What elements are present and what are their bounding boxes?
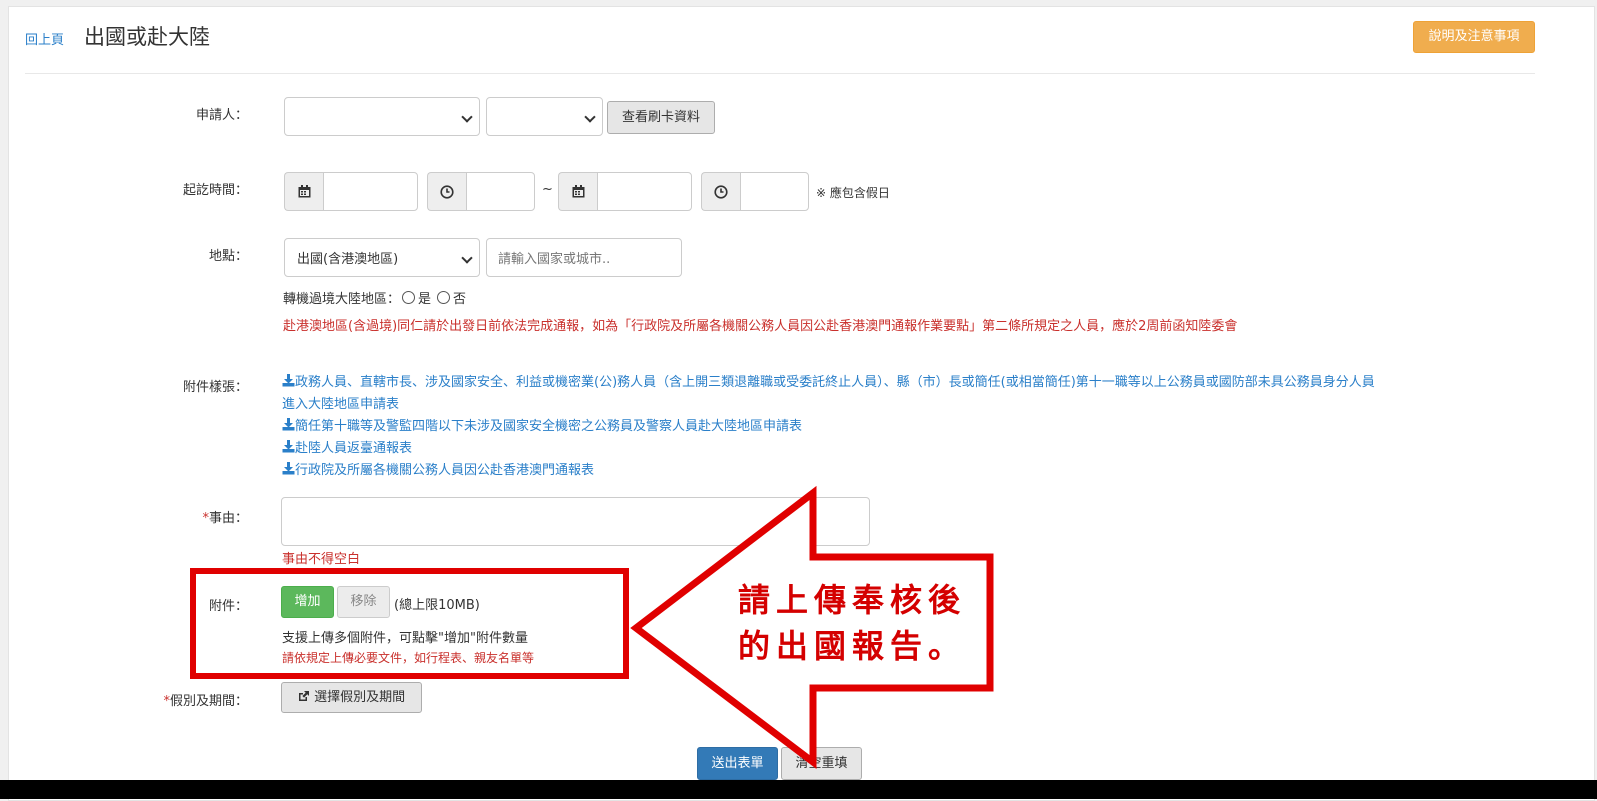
hk-macau-warning: 赴港澳地區(含過境)同仁請於出發日前依法完成通報，如為「行政院及所屬各機關公務人… — [283, 319, 1238, 334]
template-link-2[interactable]: 簡任第十職等及警監四階以下未涉及國家安全機密之公務員及警察人員赴大陸地區申請表 — [282, 416, 1527, 438]
templates-label: 附件樣張： — [182, 380, 248, 395]
transit-no-label: 否 — [453, 292, 467, 307]
window-bottom-edge — [0, 780, 1597, 799]
download-icon — [282, 462, 295, 475]
select-leave-button[interactable]: 選擇假別及期間 — [281, 682, 422, 713]
applicant-label: 申請人： — [195, 108, 248, 123]
transit-yes-radio[interactable] — [402, 291, 416, 304]
download-icon — [282, 418, 295, 431]
reason-error: 事由不得空白 — [282, 552, 361, 567]
end-date-input[interactable] — [597, 172, 692, 211]
leave-label: *假別及期間： — [163, 694, 248, 709]
page-title: 出國或赴大陸 — [84, 25, 210, 49]
chevron-down-icon — [584, 110, 596, 123]
template-link-4[interactable]: 行政院及所屬各機關公務人員因公赴香港澳門通報表 — [282, 460, 1527, 482]
download-icon — [282, 440, 295, 453]
template-link-3[interactable]: 赴陸人員返臺通報表 — [282, 438, 1527, 460]
attachment-highlight-box — [190, 568, 629, 679]
view-card-records-button[interactable]: 查看刷卡資料 — [607, 101, 715, 134]
location-label: 地點： — [208, 249, 248, 264]
applicant-dept-select[interactable] — [284, 97, 480, 136]
start-date-input[interactable] — [323, 172, 418, 211]
transit-label: 轉機過境大陸地區： — [283, 292, 401, 307]
external-link-icon — [298, 691, 309, 701]
templates-list: 政務人員、直轄市長、涉及國家安全、利益或機密業(公)務人員（含上開三類退離職或受… — [282, 372, 1527, 482]
transit-yes-label: 是 — [418, 292, 432, 307]
annotation-line-1: 請上傳奉核後 — [738, 581, 967, 619]
annotation-text: 請上傳奉核後 的出國報告。 — [738, 577, 966, 669]
holiday-note: ※ 應包含假日 — [816, 186, 890, 200]
template-link-1-cont[interactable]: 進入大陸地區申請表 — [282, 394, 1527, 416]
end-time-input[interactable] — [740, 172, 809, 211]
back-link[interactable]: 回上頁 — [25, 29, 64, 48]
calendar-icon[interactable] — [284, 172, 323, 211]
annotation-line-2: 的出國報告。 — [738, 627, 967, 665]
download-icon — [282, 374, 295, 387]
clock-icon[interactable] — [701, 172, 740, 211]
reason-label: *事由： — [202, 511, 248, 526]
applicant-name-select[interactable] — [486, 97, 603, 136]
transit-no-radio[interactable] — [437, 291, 451, 304]
destination-input[interactable]: 請輸入國家或城市.. — [486, 238, 682, 277]
chevron-down-icon — [461, 251, 473, 264]
template-link-1[interactable]: 政務人員、直轄市長、涉及國家安全、利益或機密業(公)務人員（含上開三類退離職或受… — [282, 372, 1527, 394]
notice-button[interactable]: 說明及注意事項 — [1413, 21, 1535, 53]
start-time-input[interactable] — [466, 172, 535, 211]
transit-row: 轉機過境大陸地區： 是 否 — [283, 288, 466, 307]
clock-icon[interactable] — [427, 172, 466, 211]
chevron-down-icon — [461, 110, 473, 123]
location-type-select[interactable]: 出國(含港澳地區) — [284, 238, 480, 277]
period-label: 起訖時間： — [182, 183, 248, 198]
calendar-icon[interactable] — [558, 172, 597, 211]
header-divider — [25, 73, 1535, 74]
period-separator: ~ — [542, 182, 553, 197]
location-type-value: 出國(含港澳地區) — [297, 252, 399, 267]
